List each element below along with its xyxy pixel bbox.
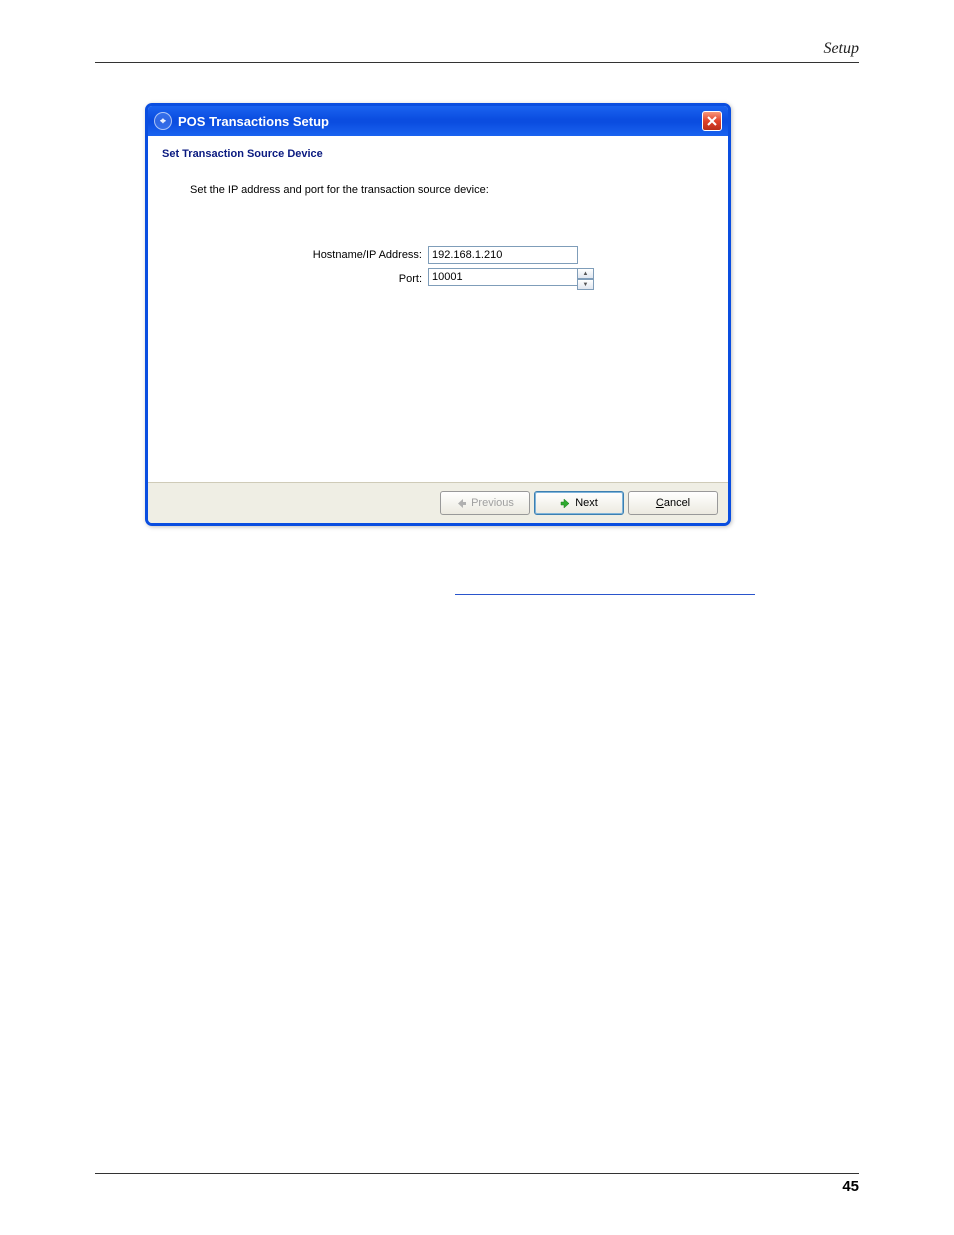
cancel-label: Cancel [656, 497, 690, 509]
port-label: Port: [262, 273, 428, 285]
arrow-left-icon [456, 498, 467, 509]
port-spin-down[interactable]: ▼ [577, 279, 594, 290]
port-spinner: ▲ ▼ [428, 268, 594, 290]
dialog-body: Set Transaction Source Device Set the IP… [148, 136, 728, 482]
app-icon: ⌖ [154, 112, 172, 130]
dialog-titlebar[interactable]: ⌖ POS Transactions Setup [148, 106, 728, 136]
close-button[interactable] [702, 111, 722, 131]
hostname-label: Hostname/IP Address: [262, 249, 428, 261]
wizard-instruction: Set the IP address and port for the tran… [190, 184, 714, 196]
hidden-body-text [145, 576, 849, 595]
dialog-footer: Previous Next Cancel [148, 482, 728, 523]
page-header: Setup [95, 40, 859, 63]
pos-transactions-setup-dialog: ⌖ POS Transactions Setup Set Transaction… [145, 103, 731, 526]
port-input[interactable] [428, 268, 578, 286]
port-row: Port: ▲ ▼ [262, 268, 714, 290]
link-underline [455, 576, 755, 595]
port-spin-up[interactable]: ▲ [577, 268, 594, 279]
previous-label: Previous [471, 497, 514, 509]
close-icon [707, 116, 717, 126]
hostname-row: Hostname/IP Address: [262, 246, 714, 264]
cancel-button[interactable]: Cancel [628, 491, 718, 515]
hostname-input[interactable] [428, 246, 578, 264]
next-button[interactable]: Next [534, 491, 624, 515]
wizard-step-title: Set Transaction Source Device [162, 148, 714, 160]
dialog-container: ⌖ POS Transactions Setup Set Transaction… [145, 103, 859, 526]
dialog-title: POS Transactions Setup [178, 114, 329, 129]
next-label: Next [575, 497, 598, 509]
page-number: 45 [842, 1178, 859, 1195]
arrow-right-icon [560, 498, 571, 509]
page-footer: 45 [95, 1173, 859, 1195]
previous-button: Previous [440, 491, 530, 515]
